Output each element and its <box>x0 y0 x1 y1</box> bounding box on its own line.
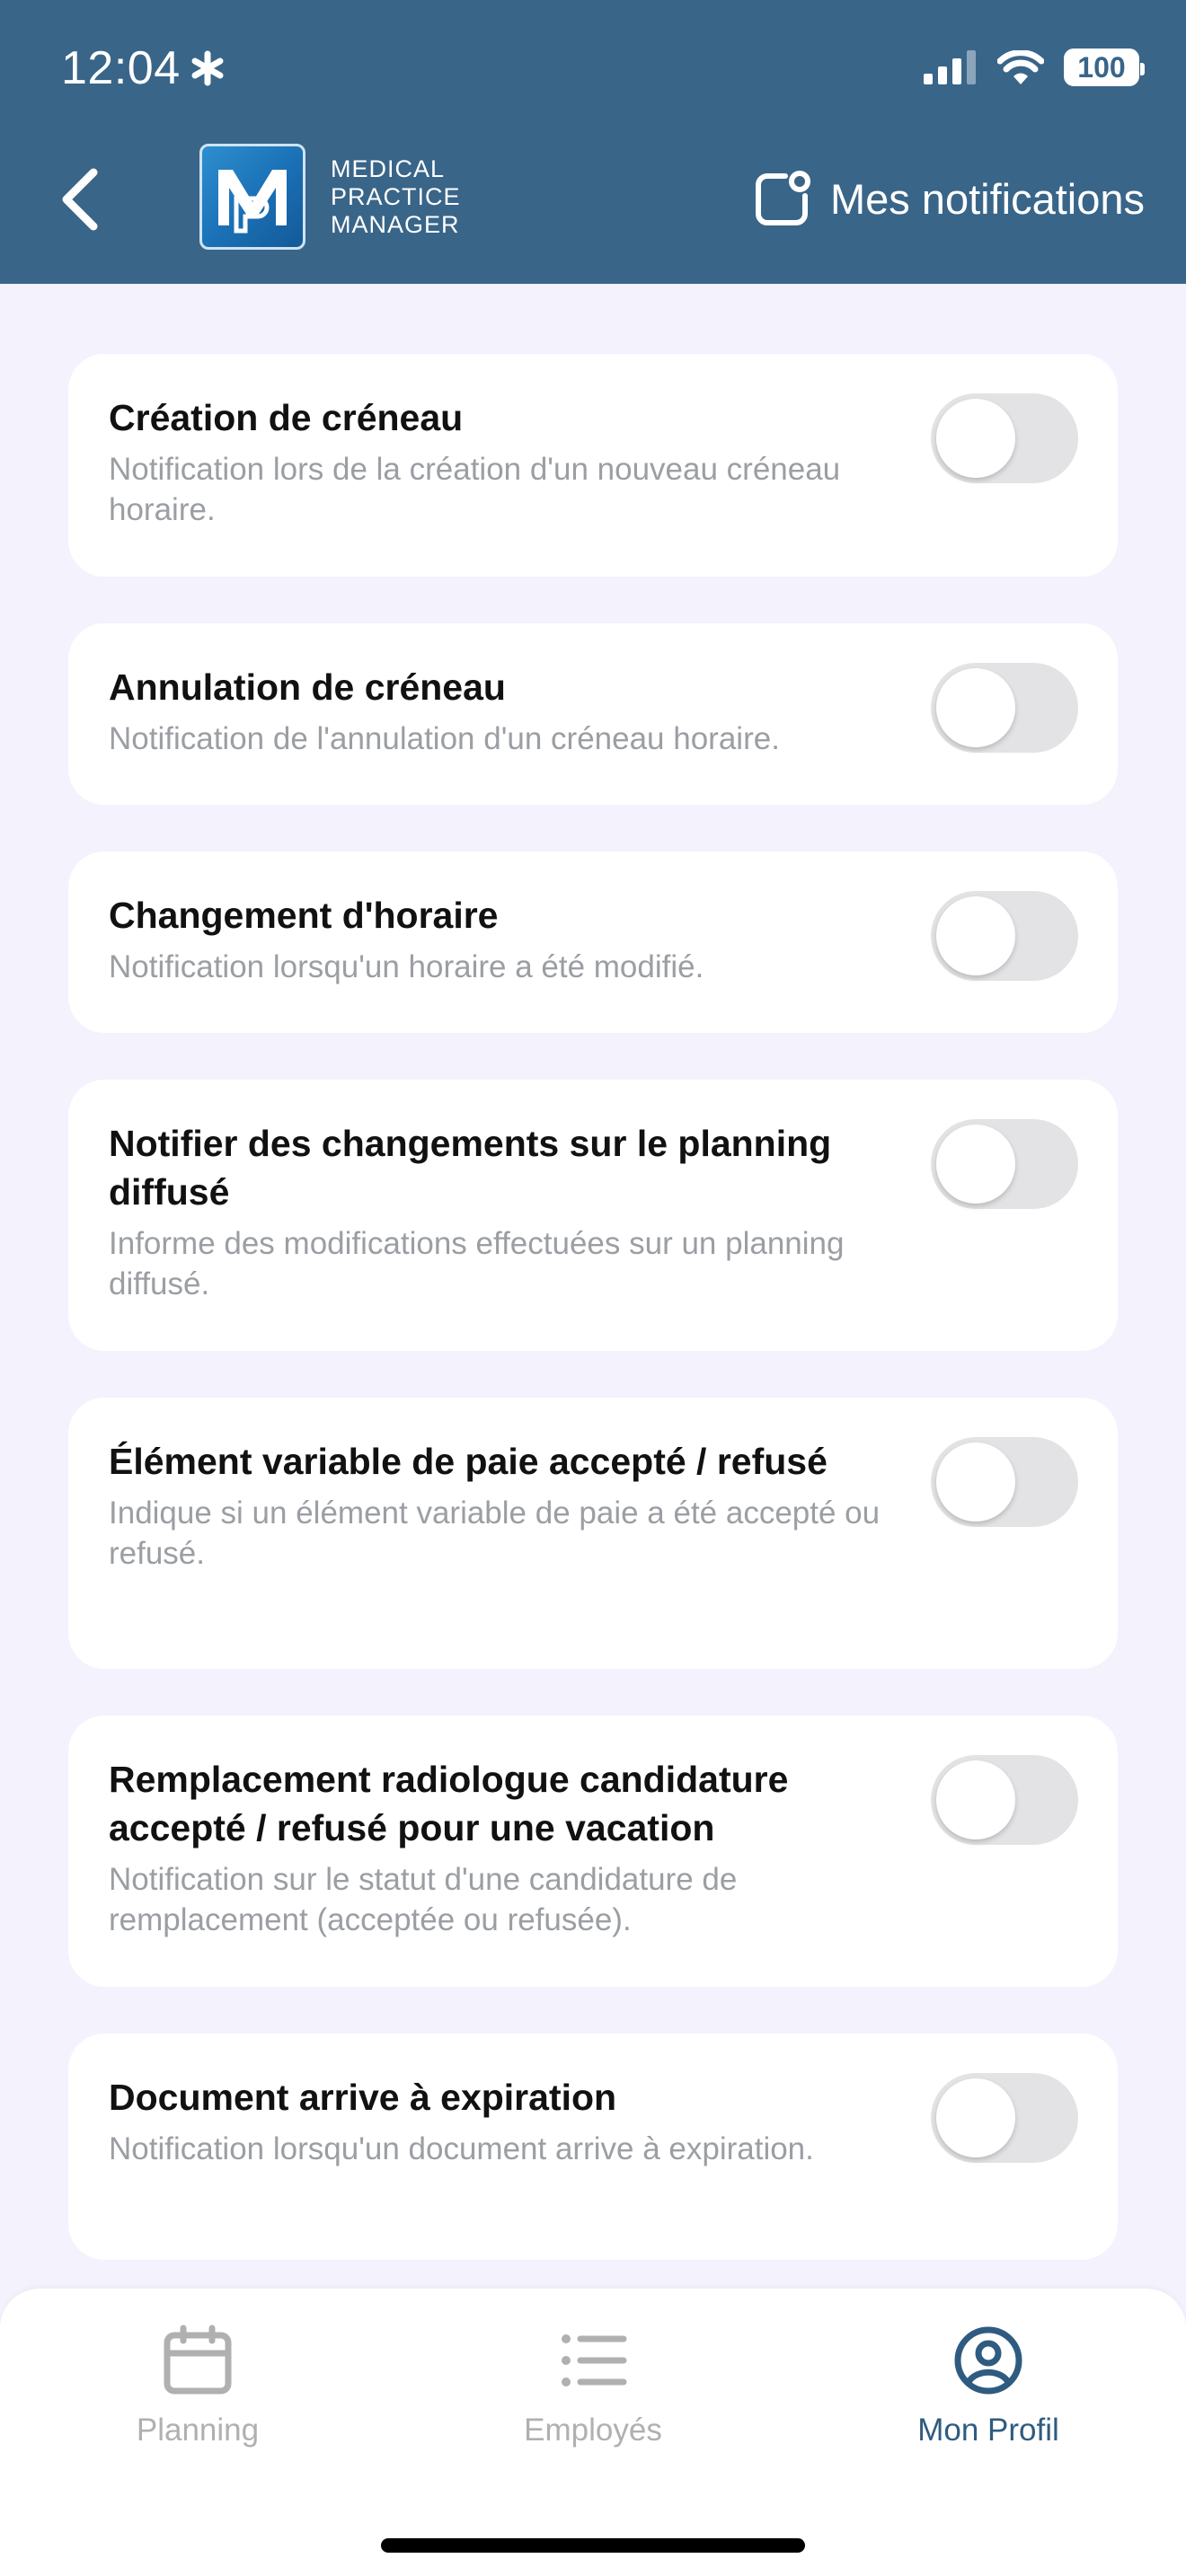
setting-description: Notification de l'annulation d'un crénea… <box>109 721 780 756</box>
list-icon <box>562 2334 627 2386</box>
toggle-switch[interactable] <box>931 663 1078 753</box>
toggle-switch[interactable] <box>931 1437 1078 1527</box>
toggle-switch[interactable] <box>931 2073 1078 2163</box>
chevron-left-icon <box>62 168 98 231</box>
setting-card-remplacement-radiologue: Remplacement radiologue candidature acce… <box>68 1716 1118 1987</box>
toggle-knob <box>936 399 1015 478</box>
setting-description: Notification sur le statut d'une candida… <box>109 1862 738 1937</box>
tab-mon-profil[interactable]: Mon Profil <box>791 2325 1186 2448</box>
toggle-knob <box>936 2078 1015 2157</box>
setting-card-creation-creneau: Création de créneau Notification lors de… <box>68 354 1118 577</box>
notification-badge-icon <box>755 171 810 225</box>
home-indicator[interactable] <box>381 2538 805 2553</box>
setting-title: Document arrive à expiration <box>109 2077 617 2118</box>
status-time-text: 12:04 <box>61 42 181 94</box>
toggle-knob <box>936 668 1015 747</box>
setting-title: Remplacement radiologue candidature acce… <box>109 1759 789 1848</box>
wifi-icon <box>997 50 1044 84</box>
setting-card-changement-horaire: Changement d'horaire Notification lorsqu… <box>68 851 1118 1033</box>
toggle-switch[interactable] <box>931 891 1078 981</box>
setting-title: Élément variable de paie accepté / refus… <box>109 1441 828 1482</box>
tab-label: Employés <box>524 2413 662 2448</box>
setting-description: Notification lors de la création d'un no… <box>109 452 841 527</box>
bottom-tab-bar: Planning Employés Mon Profil <box>0 2289 1186 2576</box>
setting-description: Notification lorsqu'un document arrive à… <box>109 2131 814 2166</box>
setting-title: Annulation de créneau <box>109 666 506 708</box>
setting-card-annulation-creneau: Annulation de créneau Notification de l'… <box>68 623 1118 805</box>
notifications-screen: 12:04 100 MEDICAL PRACTICE MANAGER Mes n… <box>0 0 1186 2576</box>
setting-title: Changement d'horaire <box>109 895 499 936</box>
setting-title: Création de créneau <box>109 397 464 438</box>
setting-card-element-variable-paie: Élément variable de paie accepté / refus… <box>68 1398 1118 1669</box>
setting-description: Indique si un élément variable de paie a… <box>109 1495 881 1571</box>
setting-title: Notifier des changements sur le planning… <box>109 1123 832 1213</box>
toggle-knob <box>936 1760 1015 1839</box>
setting-card-document-expiration: Document arrive à expiration Notificatio… <box>68 2033 1118 2260</box>
back-button[interactable] <box>59 160 113 239</box>
calendar-icon <box>164 2325 232 2395</box>
setting-description: Informe des modifications effectuées sur… <box>109 1226 845 1301</box>
page-title: Mes notifications <box>829 174 1145 223</box>
status-bar-indicators: 100 <box>924 49 1145 86</box>
tab-label: Mon Profil <box>917 2413 1059 2448</box>
user-circle-icon <box>954 2326 1022 2395</box>
battery-icon: 100 <box>1064 49 1145 86</box>
toggle-knob <box>936 896 1015 975</box>
asterisk-icon <box>191 50 224 86</box>
toggle-knob <box>936 1125 1015 1204</box>
tab-employes[interactable]: Employés <box>395 2325 791 2448</box>
toggle-switch[interactable] <box>931 1755 1078 1845</box>
tab-label: Planning <box>136 2413 260 2448</box>
toggle-knob <box>936 1442 1015 1522</box>
toggle-switch[interactable] <box>931 1119 1078 1209</box>
toggle-switch[interactable] <box>931 393 1078 483</box>
tab-planning[interactable]: Planning <box>0 2325 395 2448</box>
setting-description: Notification lorsqu'un horaire a été mod… <box>109 949 704 984</box>
cellular-signal-icon <box>924 50 976 84</box>
app-logo: MEDICAL PRACTICE MANAGER <box>199 144 461 250</box>
logo-wordmark: MEDICAL PRACTICE MANAGER <box>331 155 461 239</box>
logo-line-2: PRACTICE <box>331 182 461 210</box>
status-bar-time: 12:04 <box>61 41 226 95</box>
battery-level: 100 <box>1077 50 1126 84</box>
logo-line-1: MEDICAL <box>331 154 446 182</box>
app-header: 12:04 100 MEDICAL PRACTICE MANAGER Mes n… <box>0 0 1186 284</box>
notifications-header: Mes notifications <box>753 169 1145 228</box>
logo-mark-icon <box>199 144 305 250</box>
logo-line-3: MANAGER <box>331 210 460 238</box>
setting-card-planning-diffuse: Notifier des changements sur le planning… <box>68 1080 1118 1351</box>
